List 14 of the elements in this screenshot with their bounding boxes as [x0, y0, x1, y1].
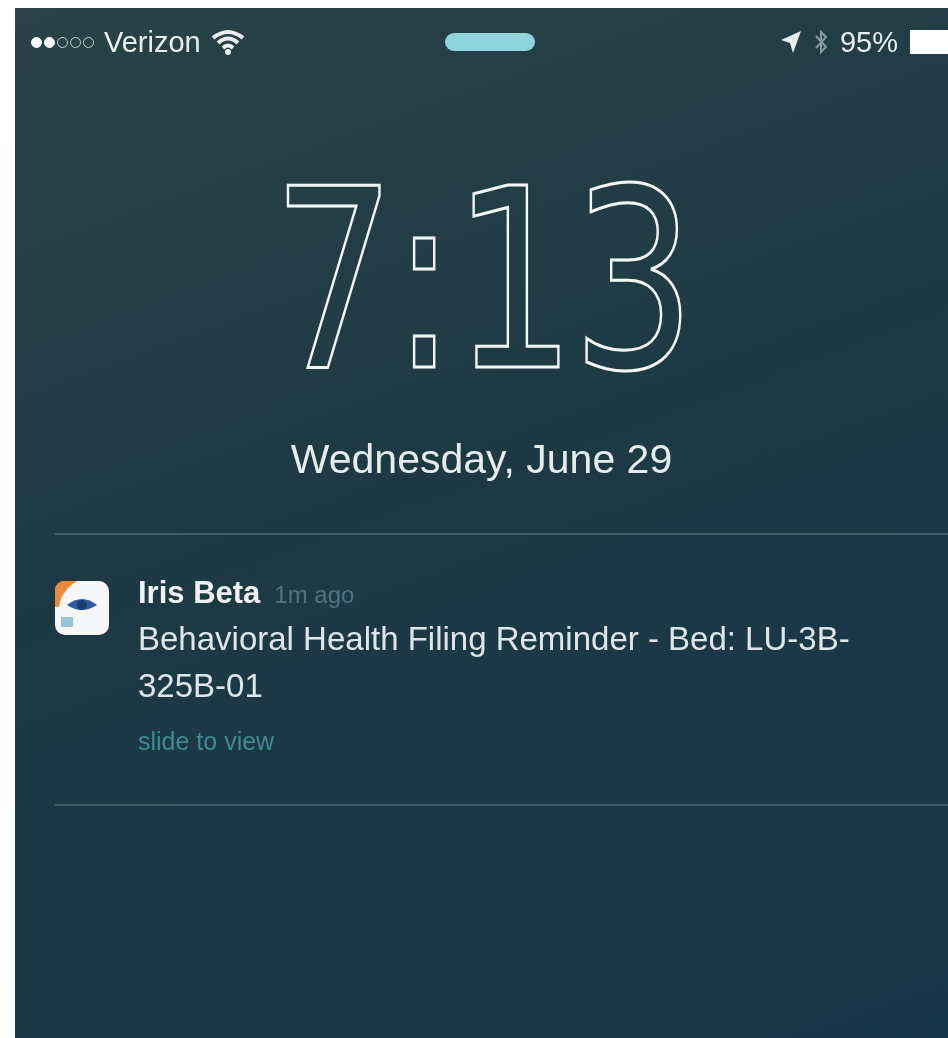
battery-icon: [910, 30, 948, 54]
app-icon[interactable]: [55, 581, 109, 635]
date-text: Wednesday, June 29: [289, 436, 674, 483]
notification-message: Behavioral Health Filing Reminder - Bed: LU-3B-325B-01: [138, 619, 851, 706]
app-name: Iris Beta: [138, 575, 261, 611]
carrier-name: Verizon: [104, 25, 201, 59]
status-pill-icon: [444, 33, 535, 51]
battery-percentage: 95%: [839, 25, 898, 59]
notification-time: 1m ago: [274, 581, 355, 609]
location-arrow-icon: [779, 30, 802, 54]
slide-to-view-hint[interactable]: slide to view: [138, 727, 275, 756]
wifi-icon: [210, 29, 245, 55]
bluetooth-icon: [813, 28, 828, 56]
clock-time: 7:13: [270, 181, 693, 381]
